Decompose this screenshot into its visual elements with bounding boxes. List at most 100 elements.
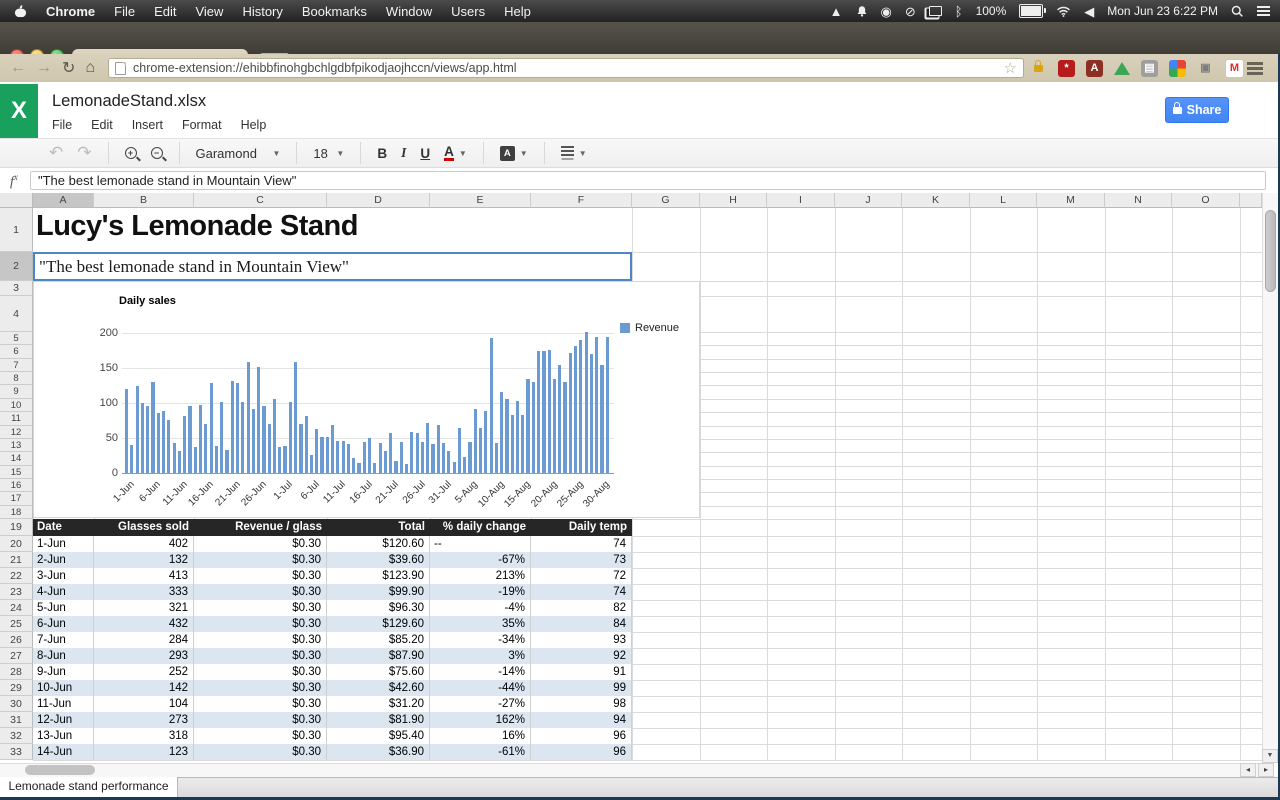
column-header-H[interactable]: H: [700, 193, 767, 208]
photo-editor-icon[interactable]: [1169, 59, 1186, 77]
table-cell[interactable]: 11-Jun: [33, 696, 94, 712]
table-cell[interactable]: $0.30: [194, 712, 327, 728]
table-cell[interactable]: 252: [94, 664, 194, 680]
table-cell[interactable]: 7-Jun: [33, 632, 94, 648]
row-header-17[interactable]: 17: [0, 492, 33, 506]
table-cell[interactable]: $85.20: [327, 632, 430, 648]
underline-button[interactable]: U: [413, 141, 437, 165]
horizontal-scrollbar[interactable]: [0, 763, 1262, 777]
bluetooth-icon[interactable]: ᛒ: [955, 5, 963, 18]
column-header-M[interactable]: M: [1037, 193, 1105, 208]
column-header-O[interactable]: O: [1172, 193, 1240, 208]
row-header-10[interactable]: 10: [0, 398, 33, 413]
table-cell[interactable]: 35%: [430, 616, 531, 632]
selected-cell[interactable]: "The best lemonade stand in Mountain Vie…: [33, 252, 632, 281]
table-cell[interactable]: 5-Jun: [33, 600, 94, 616]
lastpass-icon[interactable]: *: [1058, 59, 1075, 77]
column-header-G[interactable]: G: [632, 193, 700, 208]
row-header-15[interactable]: 15: [0, 465, 33, 479]
table-cell[interactable]: $99.90: [327, 584, 430, 600]
row-header-26[interactable]: 26: [0, 632, 33, 649]
row-header-33[interactable]: 33: [0, 744, 33, 761]
menubar-item-edit[interactable]: Edit: [154, 4, 176, 19]
table-cell[interactable]: 273: [94, 712, 194, 728]
table-cell[interactable]: 91: [531, 664, 632, 680]
table-cell[interactable]: $39.60: [327, 552, 430, 568]
row-header-23[interactable]: 23: [0, 584, 33, 601]
battery-icon[interactable]: [1019, 4, 1047, 18]
table-cell[interactable]: $0.30: [194, 680, 327, 696]
zoom-in-button[interactable]: +: [118, 141, 144, 165]
row-header-32[interactable]: 32: [0, 728, 33, 745]
reload-button[interactable]: ↻: [62, 58, 75, 78]
row-header-20[interactable]: 20: [0, 536, 33, 553]
table-cell[interactable]: $123.90: [327, 568, 430, 584]
text-color-button[interactable]: A ▼: [437, 141, 474, 165]
app-menu-insert[interactable]: Insert: [132, 118, 163, 132]
table-cell[interactable]: 3%: [430, 648, 531, 664]
table-cell[interactable]: 74: [531, 584, 632, 600]
column-header-K[interactable]: K: [902, 193, 970, 208]
row-header-28[interactable]: 28: [0, 664, 33, 681]
formula-input[interactable]: "The best lemonade stand in Mountain Vie…: [30, 171, 1266, 190]
daily-sales-chart[interactable]: Daily sales Revenue 200 150 100 50 0 1-Jun 6-J…: [33, 281, 700, 518]
table-cell[interactable]: $0.30: [194, 568, 327, 584]
row-header-25[interactable]: 25: [0, 616, 33, 633]
table-cell[interactable]: 12-Jun: [33, 712, 94, 728]
menubar-clock[interactable]: Mon Jun 23 6:22 PM: [1107, 4, 1218, 18]
column-header-L[interactable]: L: [970, 193, 1037, 208]
row-header-1[interactable]: 1: [0, 208, 33, 252]
wifi-icon[interactable]: [1056, 6, 1071, 17]
chrome-menu-icon[interactable]: [1247, 62, 1263, 65]
table-cell[interactable]: $0.30: [194, 536, 327, 552]
do-not-disturb-icon[interactable]: ⊘: [905, 5, 916, 18]
scroll-left-button[interactable]: ◂: [1240, 763, 1256, 777]
table-cell[interactable]: 92: [531, 648, 632, 664]
table-cell[interactable]: $96.30: [327, 600, 430, 616]
menubar-item-file[interactable]: File: [114, 4, 135, 19]
table-cell[interactable]: 284: [94, 632, 194, 648]
column-header-E[interactable]: E: [430, 193, 531, 208]
align-button[interactable]: ▼: [554, 141, 594, 165]
lock-extension-icon[interactable]: [1030, 60, 1047, 77]
dictionary-icon[interactable]: A: [1086, 59, 1103, 77]
table-cell[interactable]: 413: [94, 568, 194, 584]
table-cell[interactable]: 318: [94, 728, 194, 744]
apple-icon[interactable]: [14, 4, 27, 19]
table-cell[interactable]: $0.30: [194, 584, 327, 600]
menubar-item-chrome[interactable]: Chrome: [46, 4, 95, 19]
scroll-right-button[interactable]: ▸: [1258, 763, 1274, 777]
table-cell[interactable]: $0.30: [194, 600, 327, 616]
table-cell[interactable]: $87.90: [327, 648, 430, 664]
column-header-B[interactable]: B: [94, 193, 194, 208]
table-cell[interactable]: 9-Jun: [33, 664, 94, 680]
table-cell[interactable]: -4%: [430, 600, 531, 616]
table-cell[interactable]: -44%: [430, 680, 531, 696]
table-cell[interactable]: $129.60: [327, 616, 430, 632]
table-cell[interactable]: 93: [531, 632, 632, 648]
row-header-14[interactable]: 14: [0, 452, 33, 466]
table-cell[interactable]: $81.90: [327, 712, 430, 728]
table-cell[interactable]: 132: [94, 552, 194, 568]
table-cell[interactable]: $0.30: [194, 728, 327, 744]
font-size-dropdown[interactable]: 18 ▼: [306, 141, 351, 165]
vertical-scrollbar-thumb[interactable]: [1264, 210, 1276, 292]
table-cell[interactable]: 84: [531, 616, 632, 632]
table-cell[interactable]: 142: [94, 680, 194, 696]
row-header-5[interactable]: 5: [0, 332, 33, 346]
table-cell[interactable]: --: [430, 536, 531, 552]
table-cell[interactable]: 123: [94, 744, 194, 760]
table-cell[interactable]: $0.30: [194, 744, 327, 760]
table-cell[interactable]: $0.30: [194, 648, 327, 664]
home-button[interactable]: ⌂: [85, 59, 95, 77]
table-cell[interactable]: 4-Jun: [33, 584, 94, 600]
menubar-item-bookmarks[interactable]: Bookmarks: [302, 4, 367, 19]
column-header-I[interactable]: I: [767, 193, 835, 208]
table-cell[interactable]: -27%: [430, 696, 531, 712]
table-cell[interactable]: 293: [94, 648, 194, 664]
table-cell[interactable]: 74: [531, 536, 632, 552]
row-header-21[interactable]: 21: [0, 552, 33, 569]
table-cell[interactable]: 2-Jun: [33, 552, 94, 568]
column-header-D[interactable]: D: [327, 193, 430, 208]
undo-button[interactable]: ↶: [42, 141, 70, 165]
